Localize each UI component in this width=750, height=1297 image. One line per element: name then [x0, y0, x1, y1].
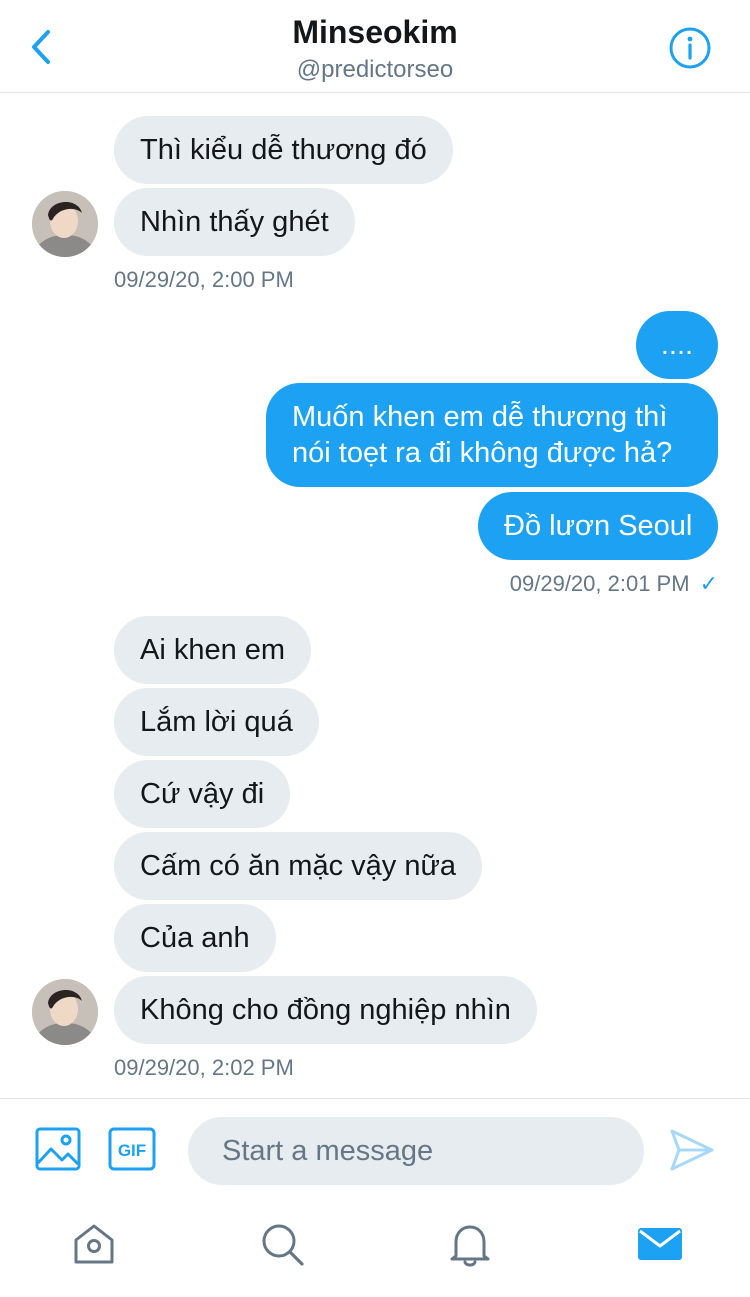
message-composer: GIF — [0, 1098, 750, 1199]
info-icon — [669, 27, 711, 69]
contact-name: Minseokim — [292, 14, 458, 50]
message-timestamp-sent: 09/29/20, 2:01 PM ✓ — [480, 571, 718, 597]
search-icon — [262, 1224, 304, 1266]
avatar-image — [32, 979, 98, 1045]
message-timestamp: 09/29/20, 2:00 PM — [114, 267, 294, 292]
contact-avatar[interactable] — [32, 191, 98, 257]
gif-label: GIF — [118, 1141, 146, 1160]
avatar-image — [32, 191, 98, 257]
send-button[interactable] — [668, 1127, 716, 1173]
received-message[interactable]: Lắm lời quá — [114, 688, 319, 756]
conversation-header: Minseokim @predictorseo — [0, 0, 750, 93]
notifications-icon — [450, 1225, 490, 1267]
read-check-icon: ✓ — [699, 571, 718, 596]
add-photo-button[interactable] — [34, 1125, 82, 1173]
message-input[interactable] — [188, 1117, 644, 1185]
send-icon — [670, 1129, 714, 1171]
bottom-navigation — [0, 1198, 750, 1297]
conversation-info-button[interactable] — [668, 26, 712, 70]
image-icon — [35, 1127, 81, 1171]
gif-icon: GIF — [108, 1127, 156, 1171]
received-message[interactable]: Của anh — [114, 904, 276, 972]
nav-home[interactable] — [70, 1220, 118, 1268]
contact-handle: @predictorseo — [296, 56, 454, 83]
messages-icon — [638, 1228, 682, 1260]
home-icon — [74, 1224, 114, 1264]
received-message[interactable]: Không cho đồng nghiệp nhìn — [114, 976, 537, 1044]
message-timestamp: 09/29/20, 2:02 PM — [114, 1055, 294, 1080]
received-message[interactable]: Cứ vậy đi — [114, 760, 291, 828]
received-message[interactable]: Ai khen em — [114, 616, 312, 684]
received-message[interactable]: Nhìn thấy ghét — [114, 188, 355, 256]
nav-search[interactable] — [258, 1220, 306, 1268]
received-message[interactable]: Thì kiểu dễ thương đó — [114, 116, 453, 184]
contact-avatar[interactable] — [32, 979, 98, 1045]
sent-message[interactable]: .... — [636, 311, 718, 379]
timestamp-text: 09/29/20, 2:01 PM — [509, 571, 690, 596]
nav-notifications[interactable] — [446, 1220, 494, 1268]
sent-message[interactable]: Đồ lươn Seoul — [478, 492, 718, 560]
add-gif-button[interactable]: GIF — [108, 1125, 156, 1173]
nav-messages[interactable] — [636, 1220, 684, 1268]
sent-message[interactable]: Muốn khen em dễ thương thì nói toẹt ra đ… — [266, 383, 718, 487]
received-message[interactable]: Cấm có ăn mặc vậy nữa — [114, 832, 482, 900]
